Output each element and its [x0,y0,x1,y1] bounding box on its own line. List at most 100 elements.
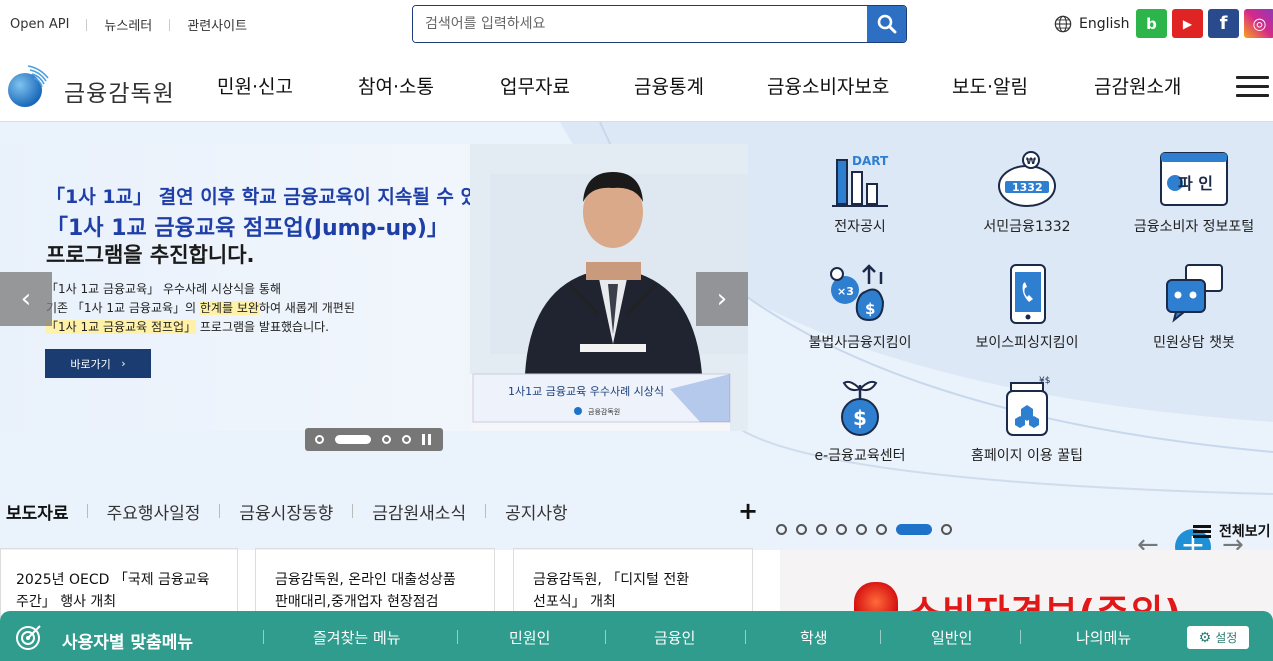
quick-item-illegal-loan[interactable]: ×3 $ 불법사금융지킴이 [790,262,930,352]
pager-dot[interactable] [876,524,887,535]
chevron-left-icon: ‹ [20,284,32,314]
divider [1020,630,1021,644]
banner-prev-button[interactable]: ‹ [0,272,52,326]
pager-dot[interactable] [776,524,787,535]
quick-item-fine[interactable]: 파 인 금융소비자 정보포털 [1124,150,1264,236]
menu-general[interactable]: 일반인 [931,627,972,648]
pager-dot-active[interactable] [896,524,932,535]
news-card[interactable]: 금융감독원, 온라인 대출성상품 판매대리,중개업자 현장점검 [255,548,495,618]
pager-dot[interactable] [941,524,952,535]
tab-notices[interactable]: 공지사항 [505,499,568,524]
facebook-link[interactable]: f [1208,9,1239,38]
news-card[interactable]: 2025년 OECD 「국제 금융교육 주간」 행사 개최 [0,548,238,618]
hamburger-menu-button[interactable] [1236,76,1269,98]
svg-text:1332: 1332 [1012,181,1043,194]
consumer-alert-banner[interactable]: 소비자경보(주의) [780,550,1273,620]
open-api-link[interactable]: Open API [10,17,69,32]
menu-complainant[interactable]: 민원인 [509,627,550,648]
pager-dot[interactable] [402,435,411,444]
tab-market-trends[interactable]: 금융시장동향 [239,499,333,524]
utility-links: Open API 뉴스레터 관련사이트 [10,15,247,34]
view-all-button[interactable]: 전체보기 [1193,521,1271,541]
pager-dot[interactable] [382,435,391,444]
banner-next-button[interactable]: › [696,272,748,326]
news-card-line2: 판매대리,중개업자 현장점검 [275,594,439,610]
menu-financier[interactable]: 금융인 [654,627,695,648]
custom-menu-title: 사용자별 맞춤메뉴 [62,633,194,653]
fss-logo[interactable]: 금융감독원 [6,62,175,108]
coin-plant-icon: $ [841,380,879,436]
youtube-icon: ▶ [1182,16,1193,31]
gnb-item-participation[interactable]: 참여·소통 [358,72,434,99]
list-icon [1193,523,1211,540]
chevron-right-icon: › [716,284,728,314]
divider [86,18,88,31]
quick-item-voice-phishing[interactable]: 보이스피싱지킴이 [957,262,1097,352]
svg-text:×3: ×3 [837,285,854,298]
svg-text:$: $ [865,300,875,318]
quick-item-homepage-tips[interactable]: ¥$ 홈페이지 이용 꿀팁 [957,375,1097,465]
quick-item-dart[interactable]: DART 전자공시 [790,150,930,236]
svg-text:₩: ₩ [1026,157,1036,167]
divider [485,504,487,518]
quick-item-1332[interactable]: ₩ 1332 서민금융1332 [957,150,1097,236]
youtube-link[interactable]: ▶ [1172,9,1203,38]
tab-events[interactable]: 주요행사일정 [107,499,201,524]
menu-student[interactable]: 학생 [800,627,828,648]
logo-text: 금융감독원 [64,81,175,107]
gnb-item-business[interactable]: 업무자료 [500,72,570,99]
divider [219,504,221,518]
gnb-item-press[interactable]: 보도·알림 [952,72,1028,99]
blog-icon: b [1146,14,1157,33]
instagram-icon: ◎ [1252,14,1267,33]
gear-icon: ⚙ [1198,629,1212,646]
pager-dot[interactable] [796,524,807,535]
svg-text:DART: DART [852,154,889,168]
top-utility-bar: Open API 뉴스레터 관련사이트 English b ▶ f ◎ [0,0,1273,50]
search-icon [877,14,896,34]
gnb-item-about[interactable]: 금감원소개 [1094,72,1181,99]
newsletter-link[interactable]: 뉴스레터 [104,15,152,34]
instagram-link[interactable]: ◎ [1244,9,1273,38]
gnb-item-complaint[interactable]: 민원·신고 [217,72,293,99]
language-link[interactable]: English [1054,15,1130,33]
menu-my-menu[interactable]: 나의메뉴 [1076,627,1131,648]
search-input[interactable] [413,6,868,42]
pager-dot[interactable] [856,524,867,535]
blog-link[interactable]: b [1136,9,1167,38]
news-more-button[interactable]: + [738,497,758,525]
news-card[interactable]: 금융감독원, 「디지털 전환 선포식」 개최 [513,548,753,618]
pager-dot[interactable] [816,524,827,535]
pause-button[interactable] [422,434,434,445]
pager-dot[interactable] [836,524,847,535]
pager-dot-active[interactable] [335,435,371,444]
divider [169,18,171,31]
quick-menu-pager [776,524,961,535]
honey-jar-icon: ¥$ [1006,376,1050,436]
menu-favorites[interactable]: 즐겨찾는 메뉴 [313,627,401,648]
quick-item-chatbot[interactable]: 민원상담 챗봇 [1124,262,1264,352]
quick-item-e-education[interactable]: $ e-금융교육센터 [790,375,930,465]
pager-dot[interactable] [315,435,324,444]
related-sites-link[interactable]: 관련사이트 [187,15,247,34]
piggy-bank-icon: ₩ 1332 [998,151,1056,207]
banner-go-button[interactable]: 바로가기 › [45,349,151,378]
gnb-item-consumer-protection[interactable]: 금융소비자보호 [767,72,889,99]
news-tabs: 보도자료 주요행사일정 금융시장동향 금감원새소식 공지사항 [0,498,568,526]
tab-press-release[interactable]: 보도자료 [0,499,75,526]
search-button[interactable] [867,6,906,42]
fine-portal-icon: 파 인 [1160,152,1228,206]
svg-text:파 인: 파 인 [1178,174,1213,193]
globe-icon [1054,15,1072,33]
banner-desc-line1: 「1사 1교 금융교육」 우수사례 시상식을 통해 [46,282,281,296]
banner-title-line2: 「1사 1교 금융교육 점프업(Jump-up)」 [46,216,449,241]
divider [263,630,264,644]
settings-button[interactable]: ⚙ 설정 [1187,626,1249,649]
gnb-item-statistics[interactable]: 금융통계 [634,72,704,99]
divider [880,630,881,644]
tab-fss-news[interactable]: 금감원새소식 [372,499,466,524]
divider [352,504,354,518]
plus-icon: + [738,497,759,525]
phone-icon [1010,264,1046,324]
banner-desc-line3: 「1사 1교 금융교육 점프업」 프로그램을 발표했습니다. [46,320,329,334]
